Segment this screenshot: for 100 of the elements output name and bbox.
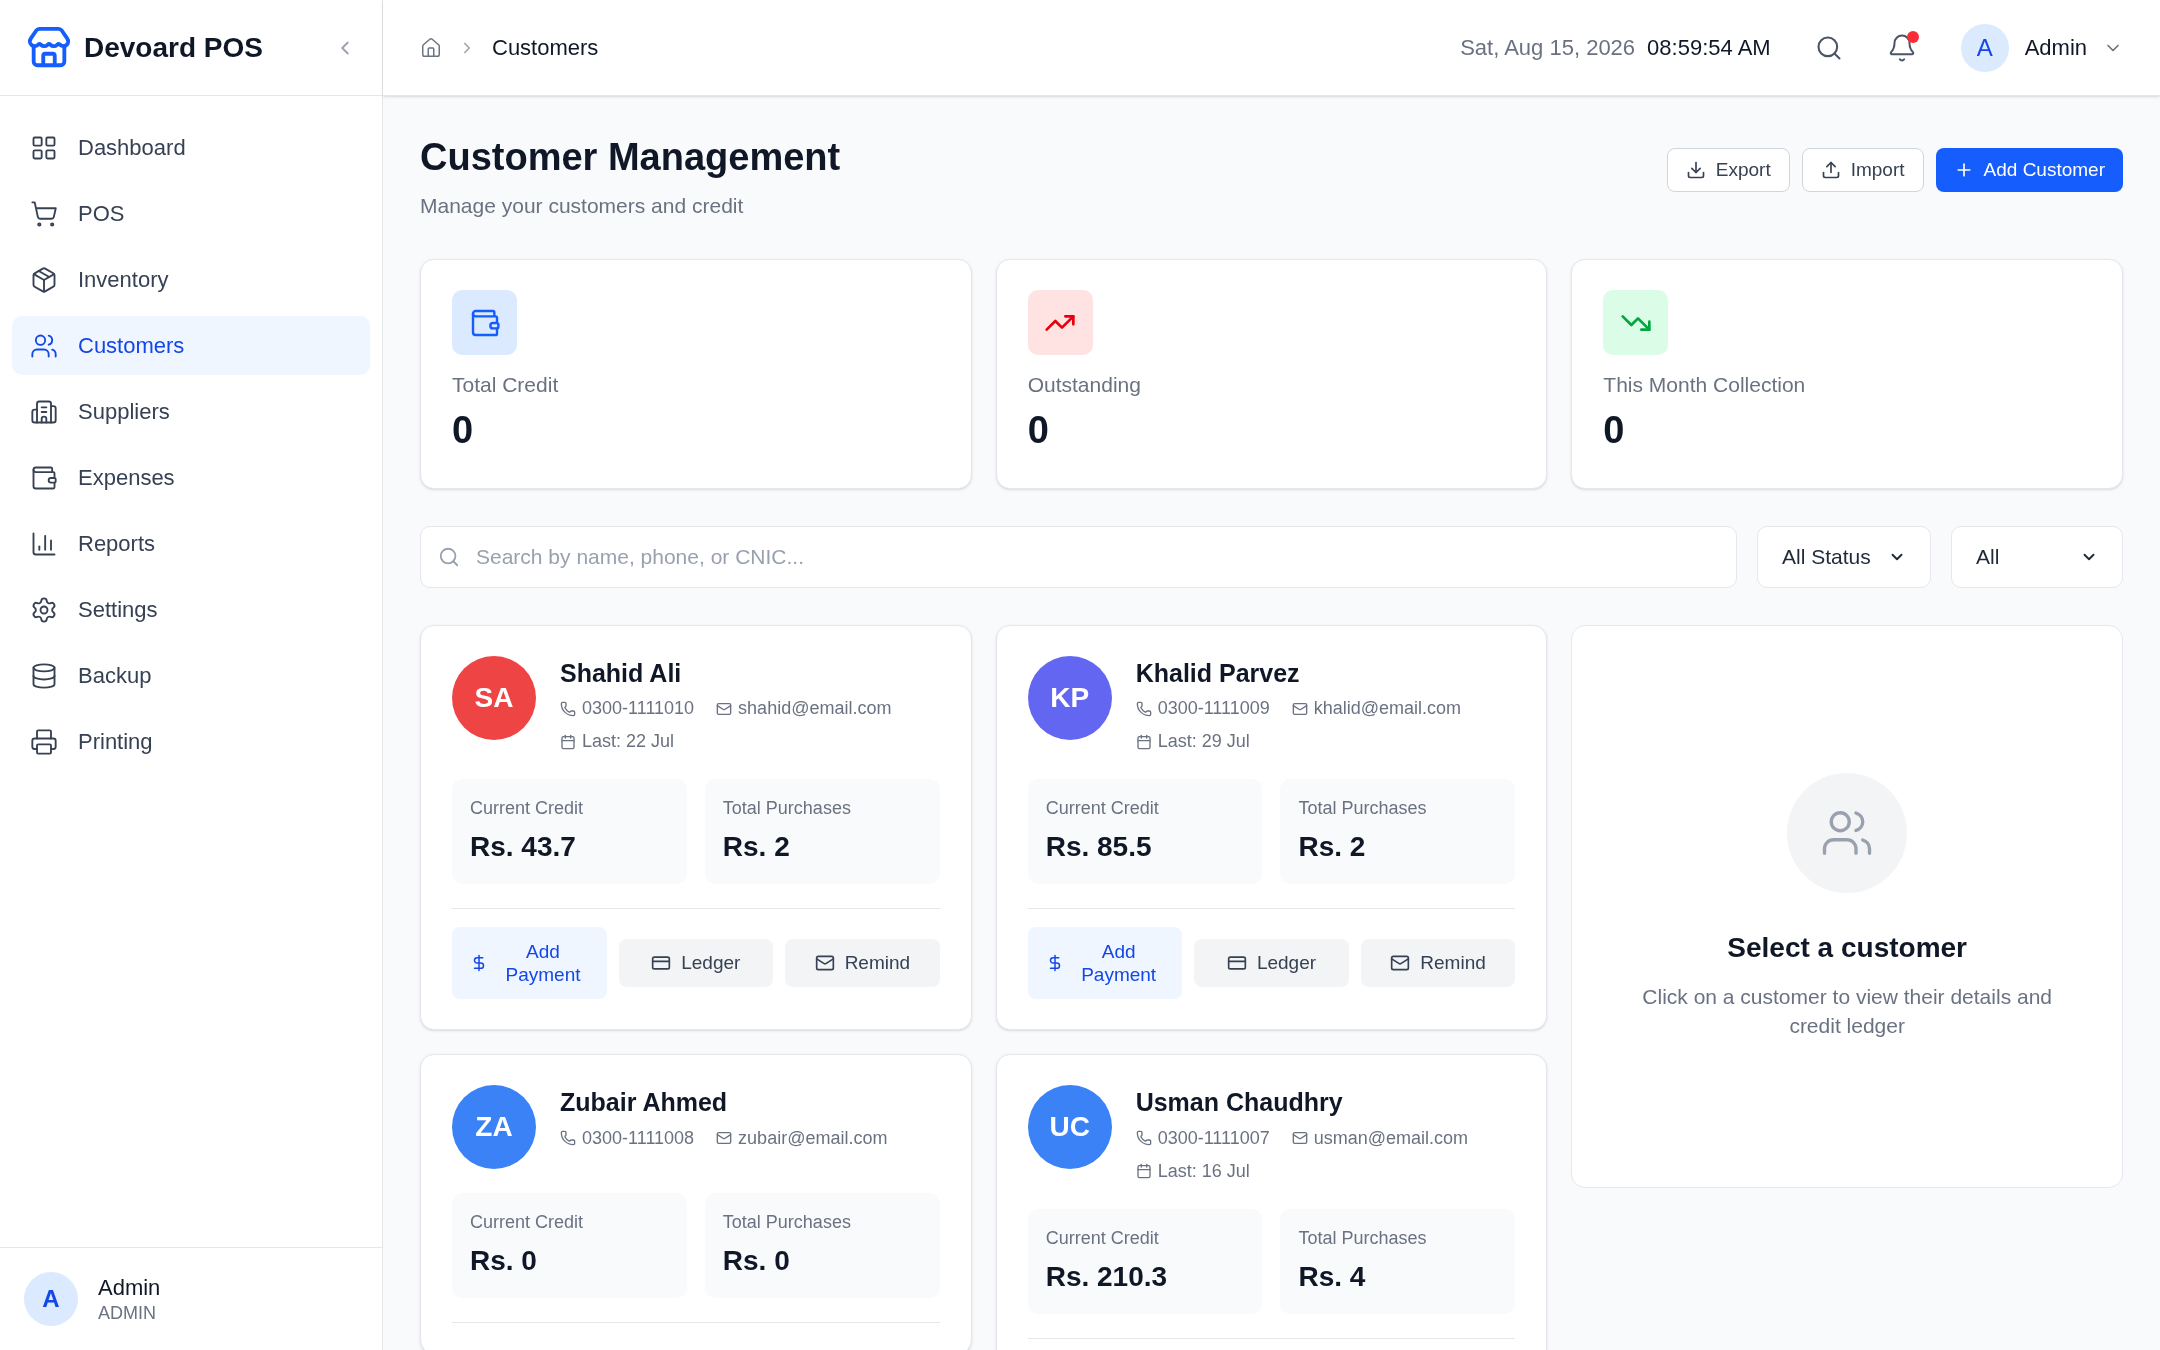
nav-item[interactable]: Dashboard xyxy=(12,118,370,177)
upload-icon xyxy=(1820,160,1841,180)
brand-name: Devoard POS xyxy=(84,30,263,65)
purchases-value: Rs. 4 xyxy=(1298,1259,1367,1294)
purchases-label: Total Purchases xyxy=(722,797,852,821)
nav-item[interactable]: Suppliers xyxy=(12,382,370,441)
customer-avatar: SA xyxy=(452,656,536,740)
customer-phone: 0300-1111009 xyxy=(1157,697,1270,721)
credit-value: Rs. 85.5 xyxy=(1045,830,1153,865)
mail-icon xyxy=(1390,953,1411,974)
purchases-label: Total Purchases xyxy=(1298,1226,1428,1250)
ledger-button[interactable]: Ledger xyxy=(618,939,774,988)
trend-down-icon xyxy=(1603,290,1669,355)
purchases-value: Rs. 2 xyxy=(1298,830,1367,865)
stat-label: Total Credit xyxy=(452,372,560,398)
customer-avatar: KP xyxy=(1027,656,1112,740)
credit-label: Current Credit xyxy=(470,1211,585,1235)
search-icon xyxy=(438,546,460,568)
detail-text: Click on a customer to view their details and credit ledger xyxy=(1641,983,2053,1039)
trend-up-icon xyxy=(1027,290,1093,355)
type-select[interactable]: All xyxy=(1951,526,2123,588)
customer-name: Shahid Ali xyxy=(560,658,683,689)
box-icon xyxy=(30,265,58,294)
mail-icon xyxy=(814,953,835,974)
credit-value: Rs. 0 xyxy=(470,1244,538,1279)
customer-card[interactable]: UC Usman Chaudhry 0300-1111007 usman@email.com Last: 16 Jul Current Credit Rs. 210.3 Total Purchases Rs. 4 xyxy=(995,1054,1548,1350)
mail-icon xyxy=(716,1130,733,1146)
nav-item[interactable]: POS xyxy=(12,184,370,243)
remind-button[interactable]: Remind xyxy=(1360,939,1516,988)
add-payment-button[interactable]: Add Payment xyxy=(452,927,607,1000)
date-text: Sat, Aug 15, 2026 xyxy=(1460,34,1636,62)
user-avatar: A xyxy=(24,1272,78,1326)
stat-value: 0 xyxy=(452,407,475,453)
database-icon xyxy=(30,661,58,690)
customer-name: Usman Chaudhry xyxy=(1135,1087,1344,1119)
remind-button[interactable]: Remind xyxy=(785,939,940,988)
page-subtitle: Manage your customers and credit xyxy=(420,192,745,219)
last-visit: Last: 29 Jul xyxy=(1157,730,1250,754)
download-icon xyxy=(1685,160,1706,180)
nav-item[interactable]: Settings xyxy=(12,580,370,639)
user-role: ADMIN xyxy=(98,1301,157,1324)
add-payment-button[interactable]: Add Payment xyxy=(1027,927,1183,1000)
phone-icon xyxy=(560,1130,576,1146)
customer-card[interactable]: KP Khalid Parvez 0300-1111009 khalid@email.com Last: 29 Jul Current Credit Rs. 85.5 Total Purchases Rs. 2 Add Payment Ledger Remind xyxy=(995,625,1548,1031)
credit-value: Rs. 43.7 xyxy=(470,830,577,865)
add-customer-button[interactable]: Add Customer xyxy=(1935,148,2123,192)
calendar-icon xyxy=(560,733,576,750)
status-select[interactable]: All Status xyxy=(1757,526,1931,588)
nav-item[interactable]: Inventory xyxy=(12,250,370,309)
search-field[interactable]: Search by name, phone, or CNIC... xyxy=(420,526,1737,588)
nav-item[interactable]: Printing xyxy=(12,712,370,771)
breadcrumb-current: Customers xyxy=(492,34,599,62)
customer-email: khalid@email.com xyxy=(1313,697,1462,721)
search-icon[interactable] xyxy=(1814,33,1843,62)
customer-email: shahid@email.com xyxy=(738,697,892,721)
mail-icon xyxy=(716,700,733,717)
last-visit: Last: 16 Jul xyxy=(1157,1159,1250,1183)
user-name: Admin xyxy=(98,1274,161,1302)
customer-email: usman@email.com xyxy=(1313,1126,1469,1150)
settings-icon xyxy=(30,595,58,624)
nav-item[interactable]: Expenses xyxy=(12,448,370,507)
calendar-icon xyxy=(1135,1163,1152,1179)
credit-label: Current Credit xyxy=(1045,797,1160,821)
ledger-button[interactable]: Ledger xyxy=(1194,939,1349,988)
purchases-value: Rs. 0 xyxy=(722,1244,791,1279)
credit-label: Current Credit xyxy=(470,797,585,821)
customer-avatar: ZA xyxy=(452,1085,536,1170)
customer-email: zubair@email.com xyxy=(738,1126,888,1150)
stat-value: 0 xyxy=(1603,407,1626,453)
time-text: 08:59:54 AM xyxy=(1647,34,1771,62)
stat-value: 0 xyxy=(1027,407,1050,453)
cart-icon xyxy=(30,199,58,228)
customer-card[interactable]: SA Shahid Ali 0300-1111010 shahid@email.com Last: 22 Jul Current Credit Rs. 43.7 Total Purchases Rs. 2 Add Payment Ledger Remind xyxy=(420,625,972,1031)
nav-item[interactable]: Reports xyxy=(12,514,370,573)
purchases-label: Total Purchases xyxy=(1298,797,1428,821)
customer-name: Khalid Parvez xyxy=(1135,658,1301,689)
page-title: Customer Management xyxy=(420,135,841,180)
mail-icon xyxy=(1291,700,1308,717)
customer-card[interactable]: ZA Zubair Ahmed 0300-1111008 zubair@email.com Current Credit Rs. 0 Total Purchases Rs. 0 xyxy=(420,1054,972,1350)
import-button[interactable]: Import xyxy=(1801,148,1924,192)
phone-icon xyxy=(1135,700,1152,717)
mail-icon xyxy=(1291,1130,1308,1146)
purchases-label: Total Purchases xyxy=(722,1211,852,1235)
export-button[interactable]: Export xyxy=(1666,148,1790,192)
home-icon[interactable] xyxy=(420,36,442,59)
customer-name: Zubair Ahmed xyxy=(560,1087,729,1119)
user-menu[interactable]: A Admin xyxy=(1960,23,2123,72)
wallet-icon xyxy=(452,290,517,355)
nav-item[interactable]: Customers xyxy=(12,316,370,375)
stat-label: This Month Collection xyxy=(1603,372,1807,398)
credit-label: Current Credit xyxy=(1045,1226,1160,1250)
stat-label: Outstanding xyxy=(1027,372,1142,398)
phone-icon xyxy=(1135,1130,1152,1146)
customer-phone: 0300-1111008 xyxy=(582,1126,695,1150)
credit-value: Rs. 210.3 xyxy=(1045,1259,1169,1294)
nav-item[interactable]: Backup xyxy=(12,646,370,705)
phone-icon xyxy=(560,700,576,717)
customer-avatar: UC xyxy=(1027,1085,1112,1170)
last-visit: Last: 22 Jul xyxy=(582,730,675,754)
detail-title: Select a customer xyxy=(1727,930,1967,965)
